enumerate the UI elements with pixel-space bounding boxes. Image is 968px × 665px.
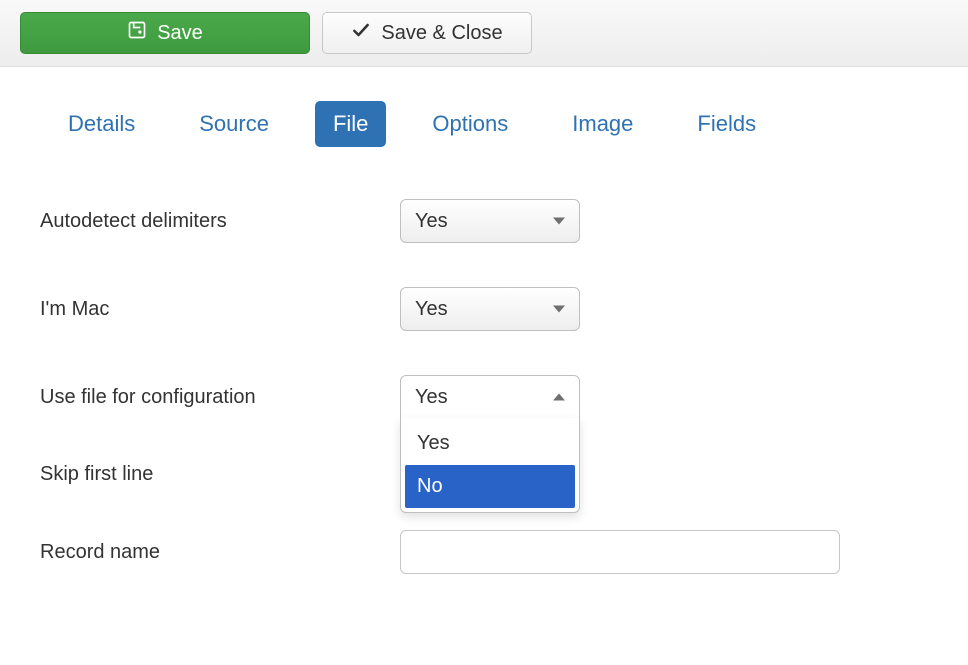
tab-details[interactable]: Details xyxy=(50,101,153,147)
save-button-label: Save xyxy=(157,22,203,45)
label-skip-first-line: Skip first line xyxy=(40,463,400,486)
label-autodetect: Autodetect delimiters xyxy=(40,210,400,233)
chevron-down-icon xyxy=(553,218,565,225)
row-autodetect: Autodetect delimiters Yes xyxy=(40,177,928,265)
check-icon xyxy=(351,20,371,46)
select-im-mac-value: Yes xyxy=(415,298,448,321)
tabs: Details Source File Options Image Fields xyxy=(0,67,968,167)
toolbar: Save Save & Close xyxy=(0,0,968,67)
tab-options[interactable]: Options xyxy=(414,101,526,147)
dropdown-use-file-config: Yes No xyxy=(400,418,580,513)
tab-image[interactable]: Image xyxy=(554,101,651,147)
record-name-input[interactable] xyxy=(400,530,840,574)
label-record-name: Record name xyxy=(40,541,400,564)
label-use-file-config: Use file for configuration xyxy=(40,386,400,409)
save-close-button-label: Save & Close xyxy=(381,22,502,45)
save-close-button[interactable]: Save & Close xyxy=(322,12,532,54)
select-im-mac[interactable]: Yes xyxy=(400,287,580,331)
tab-fields[interactable]: Fields xyxy=(679,101,774,147)
tab-source[interactable]: Source xyxy=(181,101,287,147)
label-im-mac: I'm Mac xyxy=(40,298,400,321)
dropdown-option-no[interactable]: No xyxy=(405,465,575,508)
select-use-file-config[interactable]: Yes xyxy=(400,375,580,419)
save-button[interactable]: Save xyxy=(20,12,310,54)
row-record-name: Record name xyxy=(40,508,928,596)
chevron-down-icon xyxy=(553,306,565,313)
select-use-file-config-value: Yes xyxy=(415,386,448,409)
chevron-up-icon xyxy=(553,394,565,401)
dropdown-option-yes[interactable]: Yes xyxy=(405,422,575,465)
select-autodetect[interactable]: Yes xyxy=(400,199,580,243)
row-im-mac: I'm Mac Yes xyxy=(40,265,928,353)
row-use-file-config: Use file for configuration Yes Yes No xyxy=(40,353,928,441)
select-autodetect-value: Yes xyxy=(415,210,448,233)
save-icon xyxy=(127,20,147,46)
file-form: Autodetect delimiters Yes I'm Mac Yes Us… xyxy=(0,167,968,636)
tab-file[interactable]: File xyxy=(315,101,386,147)
